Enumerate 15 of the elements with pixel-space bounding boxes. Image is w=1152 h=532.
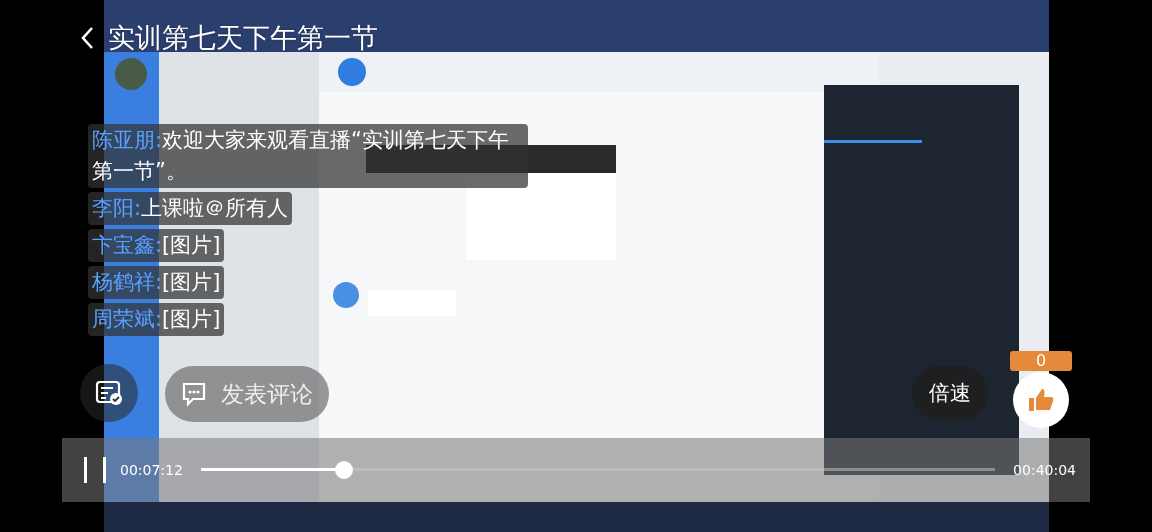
chat-comment: 陈亚朋:欢迎大家来观看直播“实训第七天下午第一节”。 — [88, 124, 528, 188]
total-time: 00:40:04 — [1013, 462, 1076, 478]
chat-comment: 李阳:上课啦＠所有人 — [88, 192, 293, 225]
back-icon[interactable] — [80, 26, 94, 50]
chat-comment: 杨鹤祥:[图片] — [88, 266, 225, 299]
checklist-icon — [94, 378, 124, 408]
chat-comment: 周荣斌:[图片] — [88, 303, 225, 336]
pause-button[interactable] — [84, 457, 106, 483]
video-title: 实训第七天下午第一节 — [108, 21, 378, 55]
like-button[interactable] — [1013, 372, 1069, 428]
checklist-button[interactable] — [80, 364, 138, 422]
thumbs-up-icon — [1027, 387, 1055, 413]
like-count: 0 — [1010, 351, 1072, 371]
elapsed-time: 00:07:12 — [120, 462, 183, 478]
chat-comment: 卞宝鑫:[图片] — [88, 229, 225, 262]
